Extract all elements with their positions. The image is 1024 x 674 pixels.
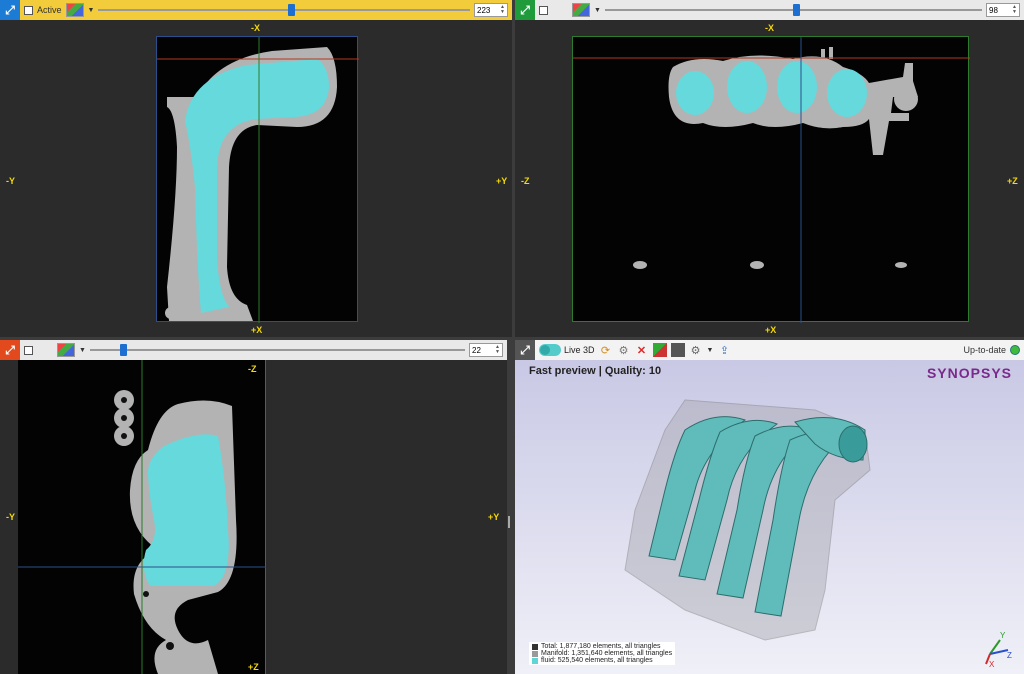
active-checkbox[interactable] (539, 5, 548, 15)
axis-triad: Y Z X (985, 631, 1012, 668)
active-checkbox[interactable] (24, 5, 33, 15)
legend: Total: 1,877,180 elements, all triangles… (529, 642, 676, 665)
slice-slider[interactable] (89, 343, 465, 357)
slice-spinbox[interactable]: 98 ▲ ▼ (986, 3, 1020, 17)
axis-label-right: +Y (488, 512, 500, 522)
slice-value: 22 (472, 345, 481, 355)
viewport-toolbar: ⤢ Active ▼ 223 ▲ ▼ (0, 0, 512, 20)
maximize-icon[interactable]: ⤢ (515, 0, 535, 20)
colormap-icon[interactable] (572, 3, 590, 17)
triad-y: Y (1000, 631, 1006, 640)
legend-text: fluid: 525,540 elements, all triangles (541, 657, 653, 664)
slice-view[interactable]: -X +X -Y +Y (0, 20, 512, 337)
slice-spinbox[interactable]: 22 ▲ ▼ (469, 343, 503, 357)
maximize-icon[interactable]: ⤢ (0, 0, 20, 20)
axis-label-top: -X (765, 23, 774, 33)
legend-row: Total: 1,877,180 elements, all triangles (532, 643, 672, 650)
axis-label-right: +Z (1007, 176, 1018, 186)
slice-slider[interactable] (98, 3, 470, 17)
legend-swatch (532, 643, 538, 650)
segmentation-overlay (573, 37, 970, 323)
triad-z: Z (1007, 651, 1012, 660)
legend-text: Manifold: 1,351,640 elements, all triang… (541, 650, 673, 657)
segmentation-overlay (18, 360, 266, 674)
axis-label-bottom: +X (251, 325, 263, 335)
splitter-handle[interactable] (508, 516, 510, 528)
scan-image (156, 36, 359, 323)
axis-label-left: -Y (6, 176, 15, 186)
active-checkbox[interactable] (24, 345, 33, 355)
segmentation-overlay (157, 37, 359, 323)
viewport-3d[interactable]: ⤢ Live 3D ⟳ ⚙ ✕ ⚙ ▼ ⇪ Up-to-date Fast pre… (515, 340, 1024, 674)
scan-image (572, 36, 970, 323)
axis-label-bottom: +X (765, 325, 777, 335)
viewport-top-left[interactable]: ⤢ Active ▼ 223 ▲ ▼ -X +X -Y +Y (0, 0, 512, 337)
axis-label-right: +Y (496, 176, 508, 186)
triad-x: X (989, 660, 995, 668)
slice-slider[interactable] (604, 3, 982, 17)
axis-label-bottom: +Z (248, 662, 259, 672)
slice-view[interactable]: -X +X -Z +Z (515, 20, 1024, 337)
chevron-down-icon[interactable]: ▼ (594, 7, 601, 14)
slice-value: 223 (477, 5, 491, 15)
colormap-icon[interactable] (65, 3, 84, 17)
viewport-toolbar: ⤢ ▼ 22 ▲ ▼ (0, 340, 507, 360)
axis-label-top: -X (251, 23, 260, 33)
viewport-top-right[interactable]: ⤢ ▼ 98 ▲ ▼ -X +X -Z +Z (515, 0, 1024, 337)
chevron-down-icon[interactable]: ▼ (88, 7, 95, 14)
slice-value: 98 (989, 5, 998, 15)
viewport-toolbar: ⤢ ▼ 98 ▲ ▼ (515, 0, 1024, 20)
legend-row: Manifold: 1,351,640 elements, all triang… (532, 650, 672, 657)
legend-text: Total: 1,877,180 elements, all triangles (541, 643, 661, 650)
manifold-model (624, 399, 871, 641)
axis-label-left: -Y (6, 512, 15, 522)
legend-swatch (532, 650, 538, 657)
maximize-icon[interactable]: ⤢ (0, 340, 20, 360)
slice-spinbox[interactable]: 223 ▲ ▼ (474, 3, 508, 17)
colormap-icon[interactable] (57, 343, 75, 357)
slice-view[interactable]: -Z +Z -Y +Y (0, 360, 507, 674)
legend-swatch (532, 657, 538, 664)
chevron-down-icon[interactable]: ▼ (79, 347, 86, 354)
axis-label-top: -Z (248, 364, 257, 374)
active-label: Active (37, 5, 62, 15)
axis-label-left: -Z (521, 176, 530, 186)
legend-row: fluid: 525,540 elements, all triangles (532, 657, 672, 664)
scan-image (18, 360, 266, 674)
viewport-bottom-left[interactable]: ⤢ ▼ 22 ▲ ▼ -Z +Z -Y +Y (0, 340, 507, 674)
